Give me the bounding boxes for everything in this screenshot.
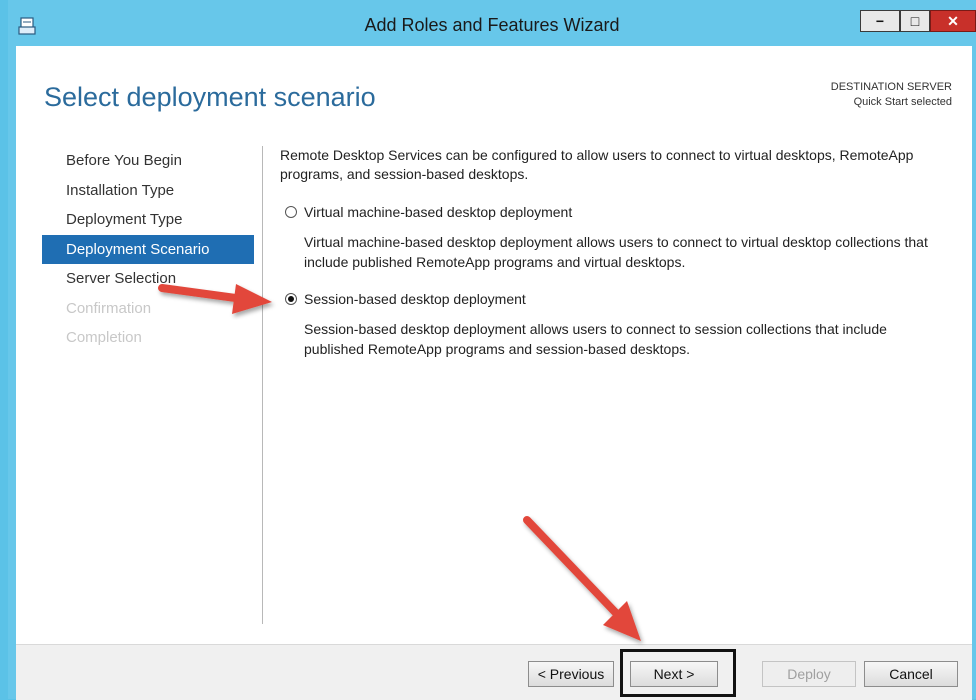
- deploy-button: Deploy: [762, 661, 856, 687]
- radio-session-based[interactable]: [285, 293, 297, 305]
- minimize-button[interactable]: −: [860, 10, 900, 32]
- maximize-button[interactable]: □: [900, 10, 930, 32]
- option-desc-session-based: Session-based desktop deployment allows …: [304, 321, 887, 357]
- maximize-icon: □: [910, 13, 920, 29]
- destination-server: DESTINATION SERVER Quick Start selected: [831, 80, 952, 110]
- previous-button[interactable]: < Previous: [528, 661, 614, 687]
- nav-item-deployment-type[interactable]: Deployment Type: [42, 205, 254, 235]
- wizard-footer: < Previous Next > Deploy Cancel: [16, 644, 972, 700]
- nav-item-confirmation: Confirmation: [66, 299, 152, 317]
- page-title: Select deployment scenario: [44, 82, 376, 112]
- nav-item-deployment-scenario[interactable]: Deployment Scenario: [42, 234, 254, 264]
- window-title: Add Roles and Features Wizard: [364, 15, 620, 35]
- nav-item-completion: Completion: [66, 329, 142, 346]
- nav-item-server-selection[interactable]: Server Selection: [42, 264, 254, 294]
- cancel-button[interactable]: Cancel: [864, 661, 958, 687]
- option-label-session-based[interactable]: Session-based desktop deployment: [304, 291, 526, 307]
- option-label-virtual-machine[interactable]: Virtual machine-based desktop deployment: [304, 204, 572, 220]
- minimize-icon: −: [875, 13, 885, 29]
- main-content: Remote Desktop Services can be configure…: [280, 146, 960, 357]
- nav-item-before-you-begin[interactable]: Before You Begin: [42, 146, 254, 176]
- radio-virtual-machine[interactable]: [285, 206, 297, 218]
- nav-divider: [262, 146, 263, 624]
- destination-server-value: Quick Start selected: [853, 96, 952, 108]
- close-button[interactable]: ✕: [930, 10, 976, 32]
- option-desc-virtual-machine: Virtual machine-based desktop deployment…: [304, 234, 928, 270]
- next-button[interactable]: Next >: [630, 661, 718, 687]
- wizard-steps-nav: Before You Begin Installation Type Deplo…: [42, 146, 254, 353]
- wizard-window: Add Roles and Features Wizard − □ ✕ Sele…: [8, 0, 976, 700]
- destination-server-label: DESTINATION SERVER: [830, 81, 952, 93]
- nav-item-installation-type[interactable]: Installation Type: [42, 176, 254, 206]
- title-bar[interactable]: Add Roles and Features Wizard − □ ✕: [8, 0, 976, 46]
- wizard-client-area: Select deployment scenario DESTINATION S…: [16, 46, 972, 700]
- close-icon: ✕: [947, 13, 959, 29]
- intro-text: Remote Desktop Services can be configure…: [280, 147, 914, 182]
